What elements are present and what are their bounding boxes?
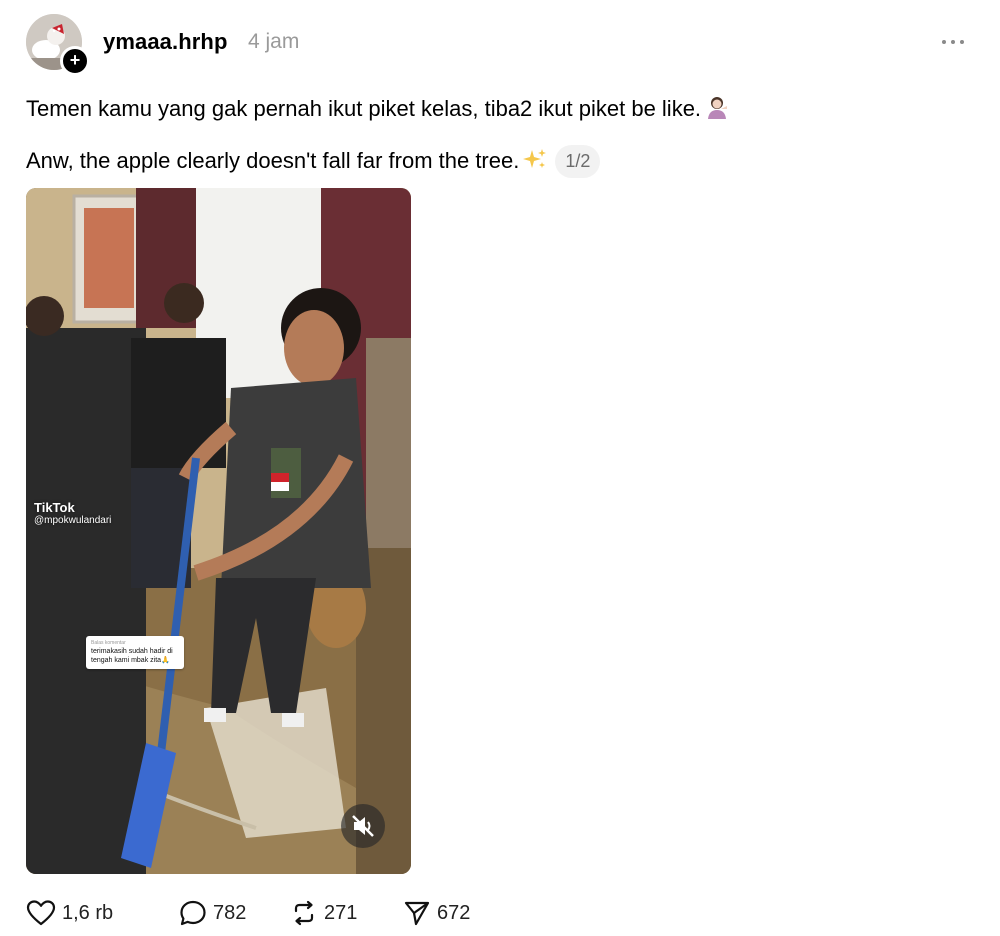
more-options-icon xyxy=(942,40,964,44)
post-actions: 1,6 rb 782 271 672 xyxy=(26,898,626,928)
post-video[interactable]: TikTok @mpokwulandari Balas komentar ter… xyxy=(26,188,411,874)
tiktok-handle: @mpokwulandari xyxy=(34,515,112,526)
woman-tipping-hand-emoji-icon xyxy=(705,95,729,125)
share-count: 672 xyxy=(437,901,471,924)
like-count: 1,6 rb xyxy=(62,901,114,924)
send-icon xyxy=(404,901,430,926)
repost-icon xyxy=(294,900,314,926)
reply-count: 782 xyxy=(213,901,247,924)
video-frame xyxy=(26,188,411,874)
tiktok-watermark: TikTok @mpokwulandari xyxy=(34,500,111,526)
like-button[interactable]: 1,6 rb xyxy=(26,898,113,928)
media-counter-badge: 1/2 xyxy=(555,145,601,178)
speaker-muted-icon xyxy=(352,815,374,837)
post-text-content: Anw, the apple clearly doesn't fall far … xyxy=(26,148,520,173)
repost-button[interactable]: 271 xyxy=(290,898,357,928)
tiktok-brand: TikTok xyxy=(34,500,75,515)
post-text-line-1: Temen kamu yang gak pernah ikut piket ke… xyxy=(26,95,729,125)
mute-toggle-button[interactable] xyxy=(341,804,385,848)
reply-button[interactable]: 782 xyxy=(179,898,246,928)
speech-bubble-icon xyxy=(180,900,206,926)
share-button[interactable]: 672 xyxy=(403,898,470,928)
comment-overlay: Balas komentar terimakasih sudah hadir d… xyxy=(86,636,184,669)
post-text-line-2: Anw, the apple clearly doesn't fall far … xyxy=(26,145,601,178)
comment-overlay-text: terimakasih sudah hadir di tengah kami m… xyxy=(91,648,173,664)
repost-count: 271 xyxy=(324,901,358,924)
post-text-content: Temen kamu yang gak pernah ikut piket ke… xyxy=(26,96,702,121)
sparkles-icon xyxy=(523,147,547,177)
username[interactable]: ymaaa.hrhp xyxy=(103,29,228,55)
heart-icon xyxy=(26,900,56,926)
more-options-button[interactable] xyxy=(940,30,966,54)
follow-plus-icon[interactable]: + xyxy=(60,46,90,76)
comment-overlay-header: Balas komentar xyxy=(91,640,126,646)
timestamp[interactable]: 4 jam xyxy=(248,30,299,54)
avatar[interactable]: + xyxy=(26,14,90,76)
